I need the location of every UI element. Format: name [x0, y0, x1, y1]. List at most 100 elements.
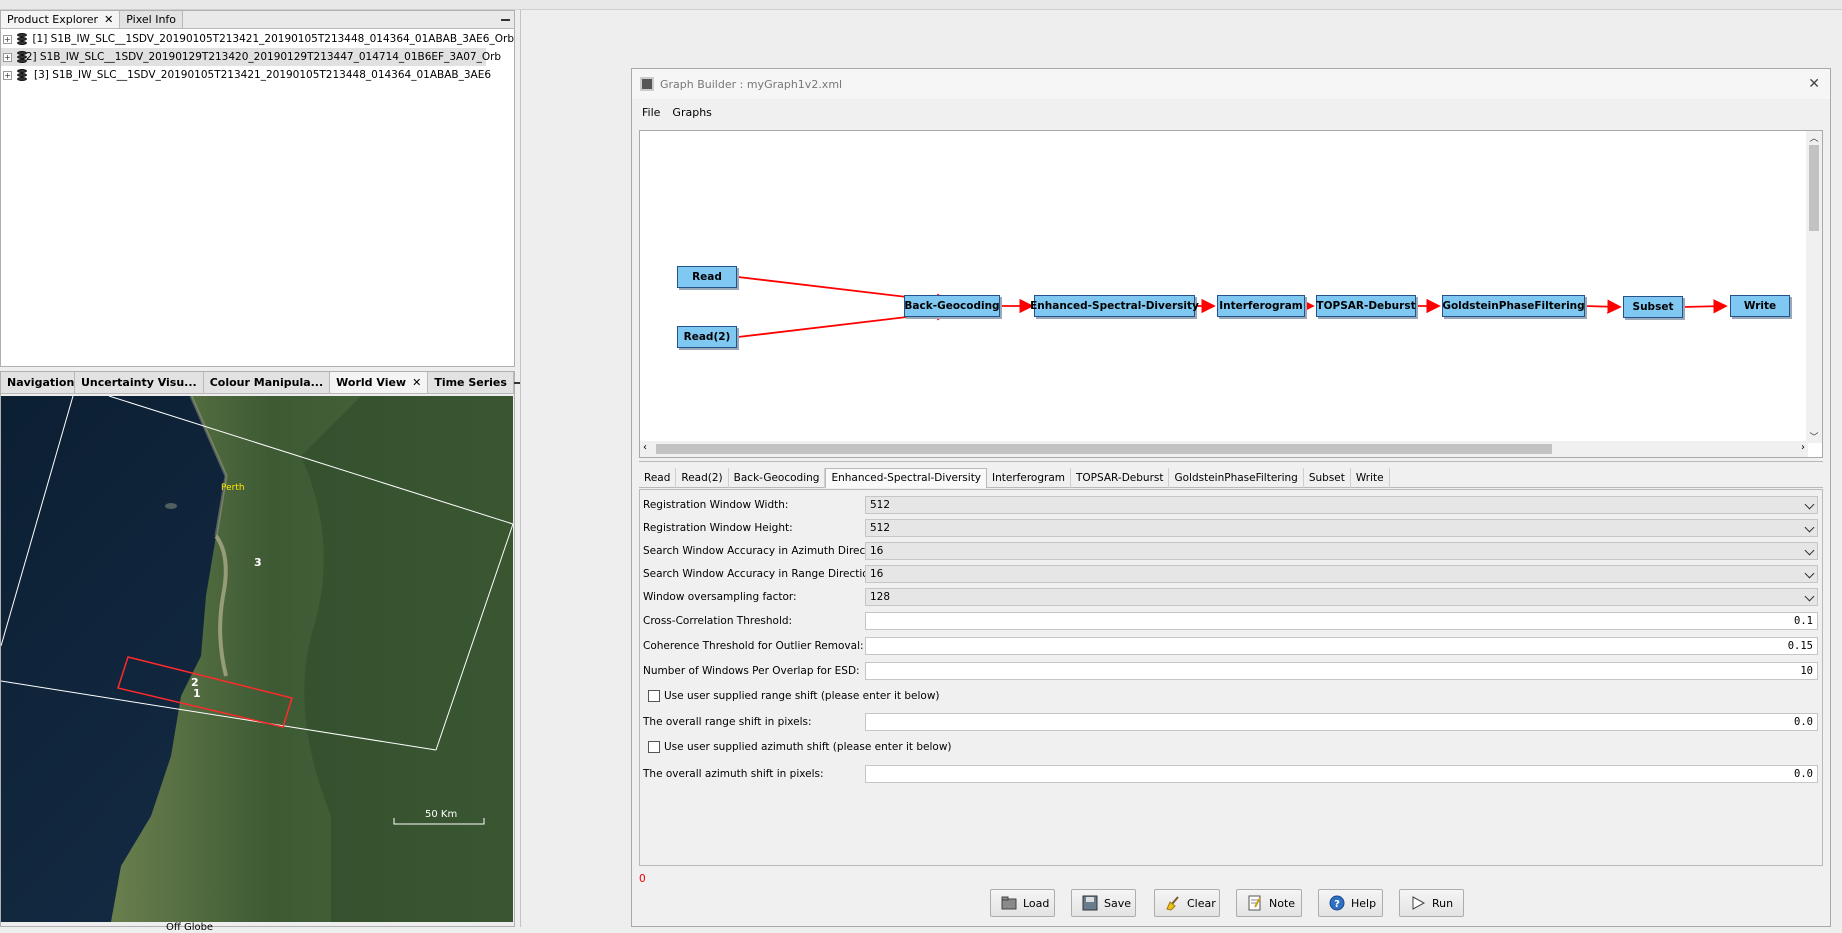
product-row-2[interactable]: + [2] S1B_IW_SLC__1SDV_20190129T213420_2…: [1, 48, 501, 66]
param-tab-interferogram[interactable]: Interferogram: [987, 467, 1071, 488]
footprint-label-3: 3: [254, 556, 262, 569]
select-value: 16: [870, 568, 884, 580]
city-label: Perth: [221, 483, 245, 493]
dialog-titlebar: Graph Builder : myGraph1v2.xml ✕: [632, 69, 1830, 99]
azimuth-shift-input[interactable]: 0.0: [865, 765, 1818, 783]
param-tab-back-geocoding[interactable]: Back-Geocoding: [729, 467, 826, 488]
broom-icon: [1165, 895, 1181, 911]
select-value: 512: [870, 499, 891, 511]
load-button[interactable]: Load: [990, 889, 1055, 917]
xcorr-input[interactable]: 0.1: [865, 612, 1818, 630]
graph-node-interferogram[interactable]: Interferogram: [1217, 295, 1305, 317]
button-label: Save: [1104, 896, 1132, 910]
tab-uncertainty[interactable]: Uncertainty Visu...: [75, 372, 204, 393]
run-button[interactable]: Run: [1399, 889, 1464, 917]
tab-product-explorer[interactable]: Product Explorer ✕: [1, 11, 121, 28]
param-panel: Registration Window Width: 512 Registrat…: [639, 489, 1823, 866]
close-icon[interactable]: ✕: [1808, 76, 1820, 92]
product-row-1[interactable]: + [1] S1B_IW_SLC__1SDV_20190105T213421_2…: [1, 30, 514, 48]
minimize-icon[interactable]: [496, 11, 514, 28]
graph-node-write[interactable]: Write: [1730, 295, 1790, 317]
close-icon[interactable]: ✕: [104, 13, 113, 26]
button-label: Load: [1023, 896, 1050, 910]
tab-label: Navigation: [7, 376, 75, 389]
database-icon: [16, 33, 27, 45]
range-shift-input[interactable]: 0.0: [865, 713, 1818, 731]
product-label: [2] S1B_IW_SLC__1SDV_20190129T213420_201…: [21, 51, 502, 63]
param-tabbar: Read Read(2) Back-Geocoding Enhanced-Spe…: [639, 467, 1823, 488]
param-label: Registration Window Height:: [643, 522, 793, 534]
scroll-thumb[interactable]: [656, 444, 1552, 454]
product-row-3[interactable]: + [3] S1B_IW_SLC__1SDV_20190105T213421_2…: [1, 66, 514, 84]
product-explorer-panel: Product Explorer ✕ Pixel Info + [1] S1B_I…: [0, 10, 515, 367]
app-icon: [640, 77, 654, 91]
split-divider[interactable]: [639, 461, 1823, 464]
footprint-label-1: 1: [193, 687, 201, 700]
vertical-scrollbar[interactable]: ︿ ﹀: [1806, 131, 1822, 443]
tab-colour-manipulation[interactable]: Colour Manipula...: [203, 372, 331, 393]
param-range-shift-row: The overall range shift in pixels: 0.0: [640, 712, 1818, 732]
clear-button[interactable]: Clear: [1154, 889, 1220, 917]
reg-height-select[interactable]: 512: [865, 519, 1818, 537]
graph-node-read[interactable]: Read: [677, 266, 737, 288]
map-graphic: [1, 396, 513, 922]
explorer-tabbar: Product Explorer ✕ Pixel Info: [1, 11, 514, 29]
close-icon[interactable]: ✕: [412, 376, 421, 389]
param-tab-topsar-deburst[interactable]: TOPSAR-Deburst: [1071, 467, 1170, 488]
tab-pixel-info[interactable]: Pixel Info: [120, 11, 184, 28]
param-search-az-row: Search Window Accuracy in Azimuth Direct…: [640, 541, 1818, 561]
param-tab-read[interactable]: Read: [639, 467, 677, 488]
graph-node-read2[interactable]: Read(2): [677, 326, 737, 348]
oversampling-select[interactable]: 128: [865, 588, 1818, 606]
scroll-thumb[interactable]: [1809, 145, 1819, 231]
note-icon: [1247, 895, 1263, 911]
search-az-select[interactable]: 16: [865, 542, 1818, 560]
scroll-left-icon[interactable]: ‹: [643, 442, 647, 453]
scale-label: 50 Km: [425, 809, 458, 820]
param-label: Cross-Correlation Threshold:: [643, 615, 793, 627]
coherence-input[interactable]: 0.15: [865, 637, 1818, 655]
expand-icon[interactable]: +: [3, 70, 12, 80]
menu-file[interactable]: File: [636, 106, 666, 119]
graph-node-goldstein[interactable]: GoldsteinPhaseFiltering: [1442, 295, 1585, 317]
horizontal-scrollbar[interactable]: ‹ ›: [640, 441, 1808, 457]
world-map[interactable]: Perth 3 2 1 50 Km: [1, 396, 513, 922]
param-label: Number of Windows Per Overlap for ESD:: [643, 665, 860, 677]
scroll-down-icon[interactable]: ﹀: [1806, 430, 1822, 443]
chevron-down-icon: [1804, 568, 1815, 579]
scroll-up-icon[interactable]: ︿: [1806, 131, 1822, 145]
use-range-shift-checkbox[interactable]: [648, 690, 660, 702]
graph-builder-dialog: Graph Builder : myGraph1v2.xml ✕ File Gr…: [631, 68, 1831, 927]
graph-node-subset[interactable]: Subset: [1623, 296, 1683, 318]
search-rg-select[interactable]: 16: [865, 565, 1818, 583]
viewer-tabbar: Navigation Uncertainty Visu... Colour Ma…: [1, 372, 523, 394]
svg-text:?: ?: [1334, 899, 1340, 910]
tab-time-series[interactable]: Time Series: [428, 372, 514, 393]
windows-per-overlap-input[interactable]: 10: [865, 662, 1818, 680]
status-counter: 0: [639, 873, 646, 885]
param-tab-subset[interactable]: Subset: [1304, 467, 1351, 488]
reg-width-select[interactable]: 512: [865, 496, 1818, 514]
param-tab-goldstein[interactable]: GoldsteinPhaseFiltering: [1169, 467, 1304, 488]
save-button[interactable]: Save: [1071, 889, 1136, 917]
graph-node-esd[interactable]: Enhanced-Spectral-Diversity: [1030, 295, 1199, 317]
use-azimuth-shift-checkbox[interactable]: [648, 741, 660, 753]
graph-node-back-geocoding[interactable]: Back-Geocoding: [904, 295, 1000, 317]
product-label: [1] S1B_IW_SLC__1SDV_20190105T213421_201…: [32, 33, 514, 45]
help-button[interactable]: ? Help: [1318, 889, 1383, 917]
graph-canvas[interactable]: Read Read(2) Back-Geocoding Enhanced-Spe…: [639, 130, 1823, 458]
param-tab-write[interactable]: Write: [1351, 467, 1390, 488]
param-tab-esd[interactable]: Enhanced-Spectral-Diversity: [825, 467, 988, 488]
tab-world-view[interactable]: World View ✕: [330, 372, 429, 393]
expand-icon[interactable]: +: [3, 34, 12, 44]
graph-node-topsar-deburst[interactable]: TOPSAR-Deburst: [1316, 295, 1416, 317]
param-tab-read2[interactable]: Read(2): [676, 467, 729, 488]
window-top-strip: [0, 0, 1842, 10]
menu-graphs[interactable]: Graphs: [666, 106, 717, 119]
expand-icon[interactable]: +: [3, 52, 12, 62]
scroll-right-icon[interactable]: ›: [1801, 442, 1805, 453]
note-button[interactable]: Note: [1236, 889, 1302, 917]
folder-icon: [1001, 895, 1017, 911]
help-icon: ?: [1329, 895, 1345, 911]
tab-navigation[interactable]: Navigation: [1, 372, 75, 393]
